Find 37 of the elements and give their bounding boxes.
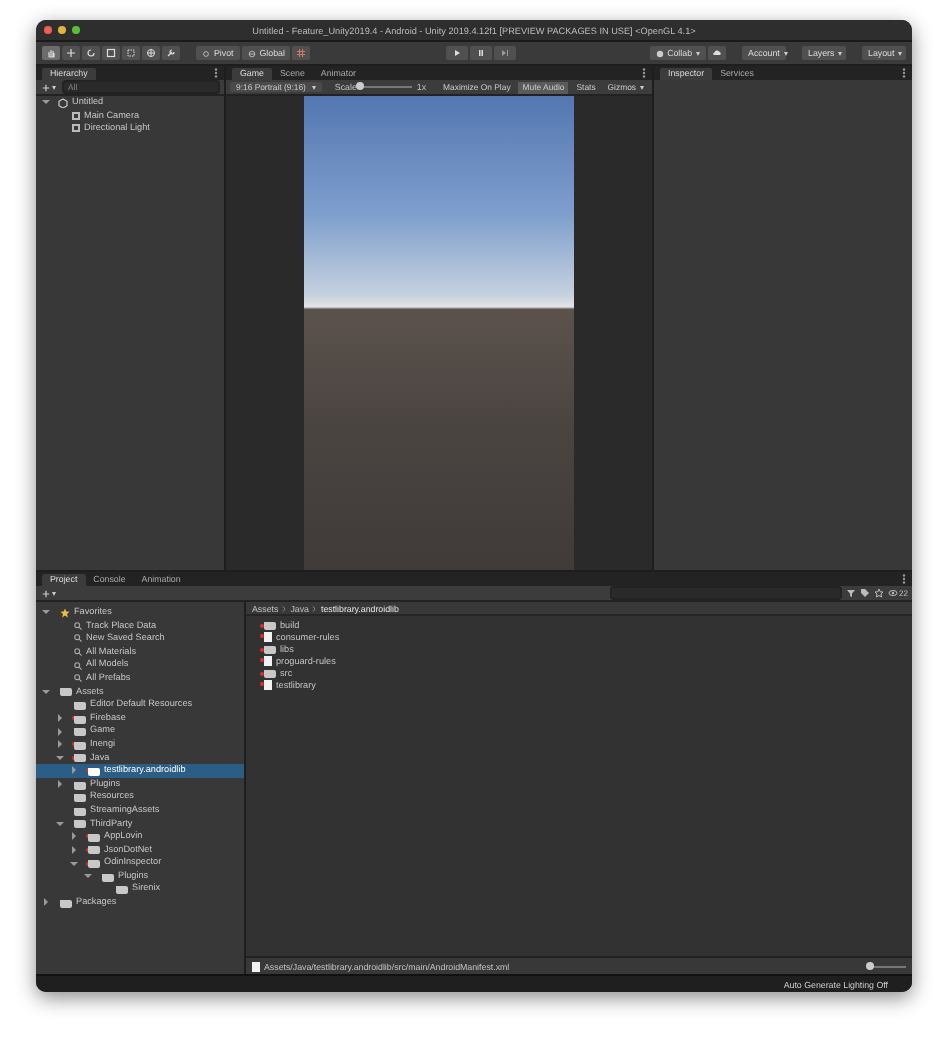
search-icon bbox=[74, 661, 82, 670]
search-field[interactable] bbox=[609, 586, 842, 600]
collab-icon bbox=[655, 49, 664, 57]
star-icon bbox=[60, 607, 70, 618]
add-button[interactable] bbox=[40, 589, 58, 597]
plus-icon bbox=[42, 589, 50, 597]
add-button[interactable] bbox=[40, 83, 58, 91]
pause-button[interactable] bbox=[469, 46, 492, 60]
search-icon bbox=[74, 674, 82, 683]
cloud-icon bbox=[712, 48, 723, 58]
search-icon bbox=[74, 634, 82, 643]
pivot-icon bbox=[202, 49, 210, 57]
hand-tool-button[interactable] bbox=[42, 46, 60, 60]
rect-tool-button[interactable] bbox=[122, 46, 140, 60]
chevron-icon bbox=[312, 605, 317, 611]
grid-icon bbox=[296, 48, 307, 58]
search-icon bbox=[74, 621, 82, 630]
pause-icon bbox=[475, 48, 486, 58]
cloud-button[interactable] bbox=[708, 46, 727, 60]
folder-icon bbox=[60, 899, 72, 908]
transform-tool-button[interactable] bbox=[142, 46, 160, 60]
plus-icon bbox=[42, 83, 50, 91]
star-outline-icon[interactable] bbox=[873, 588, 884, 598]
move-tool-button[interactable] bbox=[62, 46, 80, 60]
scale-tool-button[interactable] bbox=[102, 46, 120, 60]
step-button[interactable] bbox=[493, 46, 516, 60]
grid-snap-button[interactable] bbox=[292, 46, 311, 60]
play-icon bbox=[451, 48, 462, 58]
search-icon bbox=[74, 648, 82, 657]
wrench-tool-button[interactable] bbox=[162, 46, 180, 60]
rotate-tool-button[interactable] bbox=[82, 46, 100, 60]
play-button[interactable] bbox=[445, 46, 468, 60]
step-icon bbox=[499, 48, 510, 58]
globe-icon bbox=[247, 49, 256, 57]
file-icon bbox=[252, 961, 260, 971]
eye-icon[interactable] bbox=[887, 588, 898, 598]
chevron-icon bbox=[282, 605, 287, 611]
